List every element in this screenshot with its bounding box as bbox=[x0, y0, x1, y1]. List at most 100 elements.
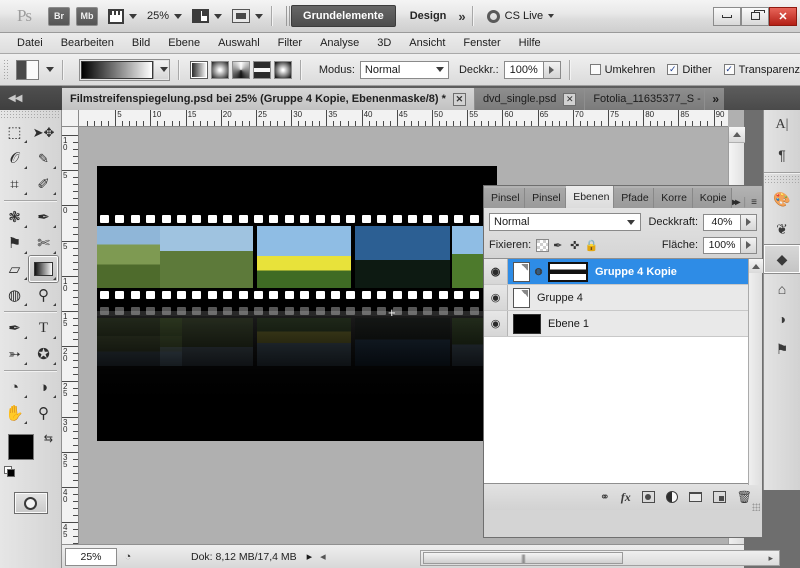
spot-healing-brush-tool[interactable]: ❃ bbox=[0, 204, 29, 230]
ruler-corner[interactable] bbox=[62, 110, 79, 127]
menu-3d[interactable]: 3D bbox=[368, 33, 400, 53]
link-icon[interactable]: ◍ bbox=[534, 264, 543, 280]
horizontal-ruler[interactable]: 5 10 15 20 25 30 35 40 45 50 55 60 65 70 75 80 85 90 bbox=[79, 110, 728, 127]
brush-presets-icon[interactable]: ❦ bbox=[764, 214, 800, 244]
maximize-button[interactable] bbox=[741, 6, 769, 26]
tab-bar-collapse-button[interactable]: ◀◀ bbox=[0, 86, 62, 110]
layer-visibility-toggle[interactable]: ◉ bbox=[484, 259, 508, 284]
brush-tool[interactable]: ✒ bbox=[29, 204, 58, 230]
angle-gradient-button[interactable] bbox=[232, 60, 251, 79]
minimize-button[interactable] bbox=[713, 6, 741, 26]
layer-thumbnail[interactable] bbox=[513, 261, 530, 282]
layers-list-scrollbar[interactable] bbox=[748, 259, 763, 485]
default-colors-icon[interactable] bbox=[4, 466, 17, 479]
menu-ebene[interactable]: Ebene bbox=[159, 33, 209, 53]
umkehren-checkbox[interactable] bbox=[589, 64, 601, 75]
workspace-essentials-button[interactable]: Grundelemente bbox=[291, 5, 396, 27]
close-button[interactable]: ✕ bbox=[769, 6, 797, 26]
tab-pinsel-1[interactable]: Pinsel bbox=[484, 188, 526, 208]
pen-tool[interactable]: ✒ bbox=[0, 315, 29, 341]
layer-thumbnail[interactable] bbox=[513, 313, 541, 334]
opacity-slider-button[interactable] bbox=[543, 60, 561, 79]
menu-analyse[interactable]: Analyse bbox=[311, 33, 368, 53]
delete-layer-button[interactable]: 🗑 bbox=[737, 490, 752, 504]
cs-live-button[interactable]: CS Live bbox=[486, 9, 555, 23]
layer-visibility-toggle[interactable]: ◉ bbox=[484, 311, 508, 336]
radial-gradient-button[interactable] bbox=[211, 60, 230, 79]
panel-menu-icon[interactable]: ≡ bbox=[751, 197, 757, 208]
history-brush-tool[interactable]: ✄ bbox=[29, 230, 58, 256]
scroll-right-button[interactable]: ▸ bbox=[768, 553, 773, 564]
linear-gradient-button[interactable] bbox=[190, 60, 209, 79]
tab-korrekturen[interactable]: Korre bbox=[654, 188, 693, 208]
quick-mask-mode-button[interactable] bbox=[0, 492, 61, 514]
lock-transparent-pixels-icon[interactable] bbox=[536, 238, 550, 252]
document-tab-overflow-button[interactable]: » bbox=[705, 88, 725, 110]
tab-pinsel-2[interactable]: Pinsel bbox=[525, 188, 567, 208]
opacity-input[interactable]: 100% bbox=[503, 60, 544, 79]
mini-bridge-button[interactable]: Mb bbox=[76, 6, 98, 26]
color-panel-icon[interactable]: 🎨 bbox=[764, 184, 800, 214]
menu-bearbeiten[interactable]: Bearbeiten bbox=[52, 33, 123, 53]
transparenz-checkbox[interactable]: ✓ bbox=[723, 64, 735, 75]
link-layers-button[interactable]: ⚭ bbox=[600, 490, 610, 504]
dock-grip[interactable] bbox=[764, 175, 800, 184]
clone-source-panel-icon[interactable]: ⚑ bbox=[764, 334, 800, 364]
gradient-picker[interactable] bbox=[79, 58, 171, 81]
swap-colors-icon[interactable]: ⇆ bbox=[44, 432, 53, 445]
tab-kopierquelle[interactable]: Kopie bbox=[692, 188, 733, 208]
paths-panel-icon[interactable]: ⌂ bbox=[764, 274, 800, 304]
layer-row-ebene-1[interactable]: ◉ Ebene 1 bbox=[484, 311, 762, 337]
scrollbar-thumb[interactable]: ||| bbox=[423, 552, 623, 564]
menu-ansicht[interactable]: Ansicht bbox=[400, 33, 454, 53]
lock-all-icon[interactable]: 🔒 bbox=[583, 237, 600, 253]
menu-fenster[interactable]: Fenster bbox=[454, 33, 509, 53]
zoom-level-input[interactable]: 25% bbox=[65, 547, 117, 566]
3d-object-rotate-tool[interactable]: ◔ bbox=[0, 374, 29, 400]
blur-tool[interactable]: ◍ bbox=[0, 282, 29, 308]
canvas-document[interactable]: + bbox=[97, 166, 497, 441]
panel-resize-grip[interactable] bbox=[752, 503, 760, 511]
menu-filter[interactable]: Filter bbox=[269, 33, 311, 53]
close-icon[interactable]: ✕ bbox=[563, 92, 577, 106]
collapse-panel-icon[interactable]: ▸▸ bbox=[732, 197, 740, 208]
arrange-documents-button[interactable] bbox=[192, 9, 223, 23]
scroll-up-button[interactable] bbox=[749, 259, 763, 273]
layer-style-button[interactable]: fx bbox=[621, 490, 631, 505]
layer-row-gruppe-4[interactable]: ◉ Gruppe 4 bbox=[484, 285, 762, 311]
quick-selection-tool[interactable]: ✎ bbox=[29, 145, 58, 171]
new-layer-button[interactable] bbox=[712, 491, 726, 503]
layers-panel-icon[interactable]: ◆ bbox=[764, 244, 800, 274]
layer-mask-thumbnail[interactable] bbox=[548, 261, 588, 282]
shape-tool[interactable]: ✪ bbox=[29, 341, 58, 367]
horizontal-scrollbar[interactable]: ||| ▸ bbox=[420, 550, 780, 566]
layer-visibility-toggle[interactable]: ◉ bbox=[484, 285, 508, 310]
tab-pfade[interactable]: Pfade bbox=[614, 188, 655, 208]
vertical-ruler[interactable]: 10 5 0 5 10 15 20 25 30 35 40 45 bbox=[62, 127, 79, 544]
type-tool[interactable]: T bbox=[29, 315, 58, 341]
document-tab-filmstreifenspiegelung[interactable]: Filmstreifenspiegelung.psd bei 25% (Grup… bbox=[62, 88, 475, 110]
layer-opacity-input[interactable]: 40% bbox=[703, 213, 741, 231]
zoom-level-dropdown[interactable]: 25% bbox=[147, 10, 183, 22]
move-tool[interactable]: ➤✥ bbox=[29, 119, 58, 145]
menu-hilfe[interactable]: Hilfe bbox=[510, 33, 550, 53]
marquee-tool[interactable]: ⬚ bbox=[0, 119, 29, 145]
tab-ebenen[interactable]: Ebenen bbox=[566, 186, 615, 208]
options-bar-grip[interactable] bbox=[3, 58, 9, 81]
diamond-gradient-button[interactable] bbox=[274, 60, 292, 79]
eyedropper-tool[interactable]: ✐ bbox=[29, 171, 58, 197]
menu-datei[interactable]: Datei bbox=[8, 33, 52, 53]
lock-image-pixels-icon[interactable]: ✒ bbox=[549, 237, 566, 253]
dodge-tool[interactable]: ⚲ bbox=[29, 282, 58, 308]
transparenz-checkbox-row[interactable]: ✓ Transparenz bbox=[723, 64, 800, 76]
workspace-more-button[interactable]: » bbox=[458, 9, 465, 24]
tools-panel-grip[interactable] bbox=[0, 110, 61, 119]
document-tab-fotolia[interactable]: Fotolia_11635377_S - © F bbox=[585, 88, 706, 110]
menu-auswahl[interactable]: Auswahl bbox=[209, 33, 269, 53]
path-selection-tool[interactable]: ➳ bbox=[0, 341, 29, 367]
gradient-picker-dropdown[interactable] bbox=[153, 60, 169, 79]
scroll-up-button[interactable] bbox=[729, 127, 745, 143]
umkehren-checkbox-row[interactable]: Umkehren bbox=[589, 64, 655, 76]
tool-preset-picker[interactable] bbox=[16, 59, 40, 80]
reflected-gradient-button[interactable] bbox=[253, 60, 272, 79]
